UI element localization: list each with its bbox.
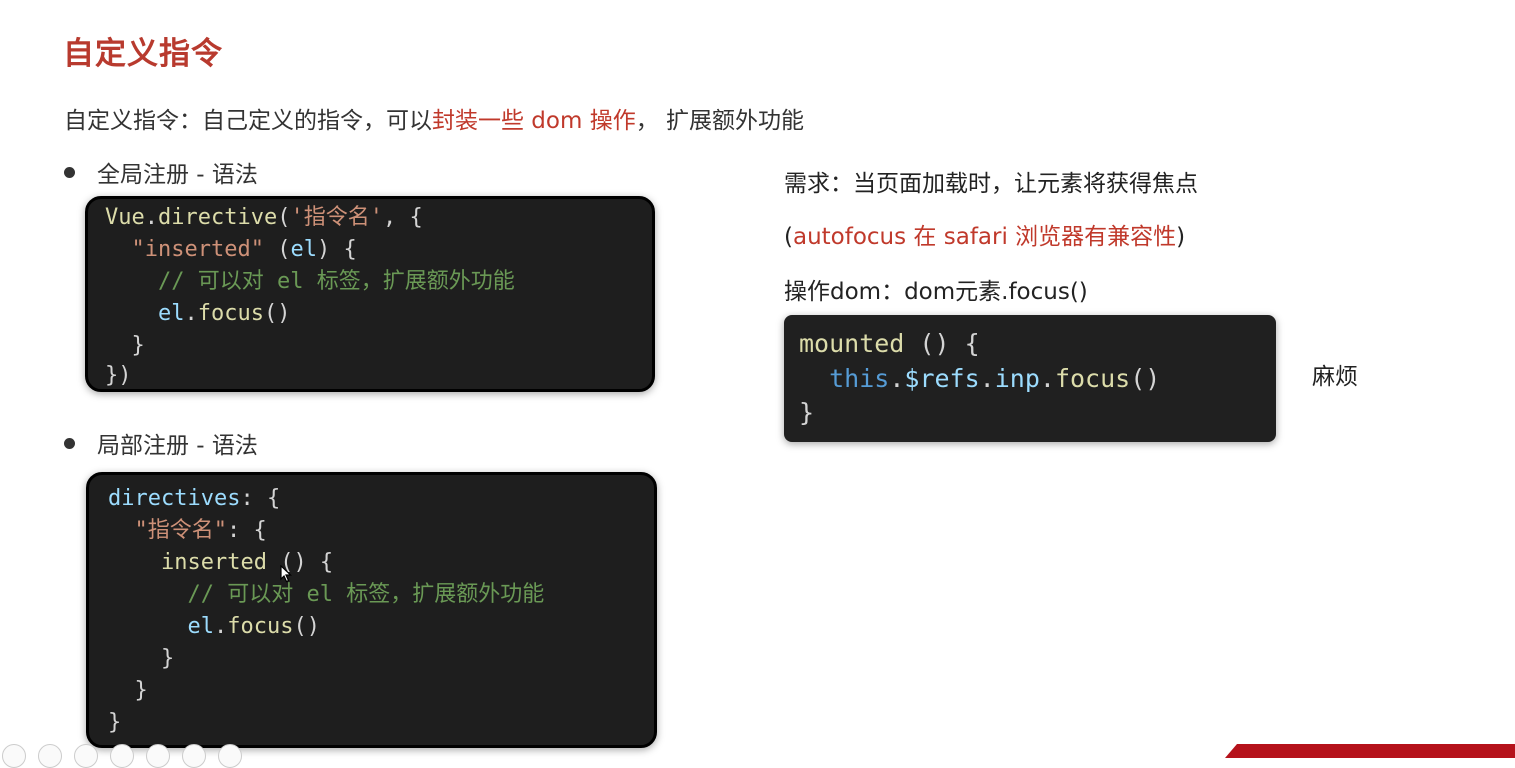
- toolbar-button[interactable]: [38, 744, 62, 768]
- operate-dom-text: 操作dom：dom元素.focus(): [784, 279, 1088, 305]
- code-line: Vue.directive('指令名', {: [105, 205, 423, 230]
- local-code-block: directives: { "指令名": { inserted () { // …: [86, 472, 657, 748]
- code-line: }): [105, 363, 132, 388]
- code-line: directives: {: [108, 486, 281, 511]
- bullet-local: 局部注册 - 语法: [64, 426, 258, 460]
- code-line: }: [160, 646, 175, 671]
- subtitle: 自定义指令：自己定义的指令，可以封装一些 dom 操作， 扩展额外功能: [64, 101, 804, 135]
- toolbar-button[interactable]: [110, 744, 134, 768]
- code-line: mounted () {: [799, 329, 980, 358]
- global-code-block: Vue.directive('指令名', { "inserted" (el) {…: [85, 196, 655, 392]
- toolbar-button[interactable]: [74, 744, 98, 768]
- code-line: }: [134, 678, 148, 703]
- subtitle-highlight: 封装一些 dom 操作: [432, 108, 636, 134]
- code-comment: // 可以对 el 标签，扩展额外功能: [157, 269, 515, 294]
- requirement-text: 需求：当页面加载时，让元素将获得焦点: [784, 171, 1198, 197]
- compat-note: (autofocus 在 safari 浏览器有兼容性): [784, 224, 1186, 250]
- subtitle-prefix: 自定义指令：自己定义的指令，可以: [64, 108, 432, 134]
- code-line: inserted () {: [160, 550, 334, 575]
- code-line: "inserted" (el) {: [131, 237, 357, 262]
- bullet-dot-icon: [64, 167, 75, 178]
- bullet-local-label: 局部注册 - 语法: [97, 433, 258, 459]
- watermark-band: [1225, 744, 1515, 758]
- compat-note-highlight: autofocus 在 safari 浏览器有兼容性: [792, 224, 1177, 250]
- subtitle-suffix: ， 扩展额外功能: [635, 108, 805, 134]
- code-line: this.$refs.inp.focus(): [829, 364, 1161, 393]
- toolbar-button[interactable]: [2, 744, 26, 768]
- mounted-code-block: mounted () { this.$refs.inp.focus() }: [784, 315, 1276, 442]
- player-toolbar: [2, 744, 242, 768]
- code-line: el.focus(): [187, 614, 320, 639]
- code-line: }: [108, 710, 122, 735]
- code-line: }: [131, 333, 145, 358]
- bullet-global-label: 全局注册 - 语法: [97, 162, 258, 188]
- bullet-global: 全局注册 - 语法: [64, 155, 258, 189]
- code-comment: // 可以对 el 标签，扩展额外功能: [187, 582, 545, 607]
- side-note: 麻烦: [1312, 364, 1358, 390]
- code-line: }: [799, 398, 815, 427]
- toolbar-button[interactable]: [218, 744, 242, 768]
- code-line: "指令名": {: [134, 518, 267, 543]
- code-line: el.focus(): [157, 301, 291, 326]
- page-title: 自定义指令: [63, 36, 223, 72]
- bullet-dot-icon: [64, 438, 75, 449]
- toolbar-button[interactable]: [146, 744, 170, 768]
- toolbar-button[interactable]: [182, 744, 206, 768]
- mouse-pointer-icon: [280, 564, 293, 587]
